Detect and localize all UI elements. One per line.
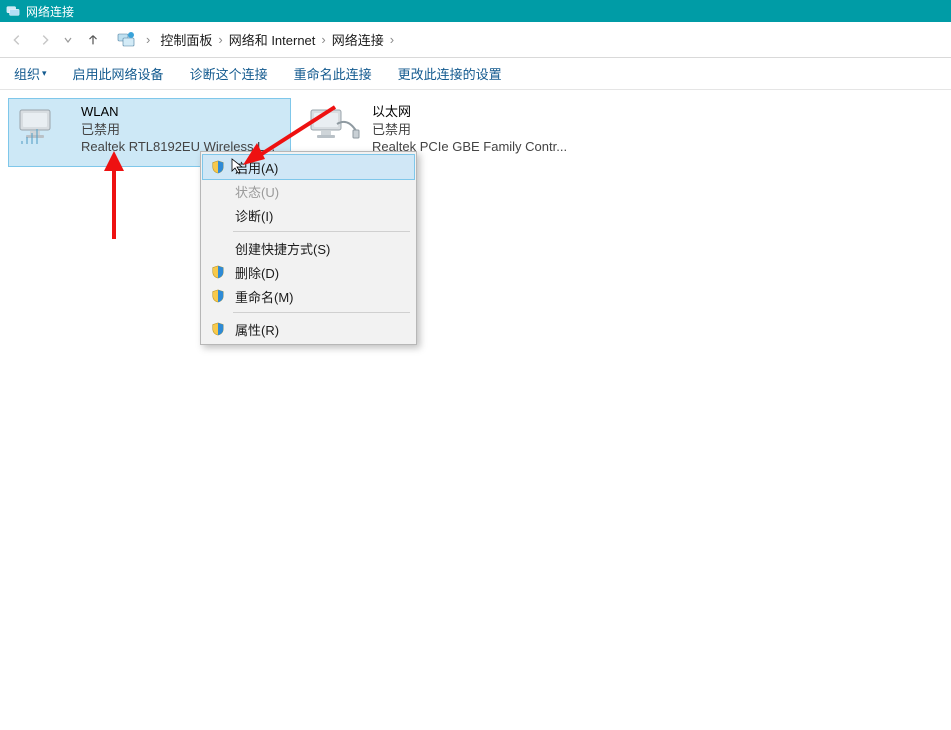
toolbar-change-settings-button[interactable]: 更改此连接的设置 (398, 64, 502, 83)
cursor-icon (230, 158, 246, 174)
ctx-item-label: 重命名(M) (235, 287, 294, 306)
ethernet-adapter-icon (306, 103, 362, 149)
ctx-diagnose[interactable]: 诊断(I) (203, 203, 414, 227)
wifi-adapter-icon (15, 103, 71, 149)
ctx-item-label: 删除(D) (235, 263, 279, 282)
adapter-status: 已禁用 (372, 121, 567, 139)
nav-forward-icon[interactable] (36, 31, 54, 49)
chevron-right-icon: › (146, 32, 150, 47)
adapter-name: 以太网 (372, 103, 567, 121)
content-area: WLAN 已禁用 Realtek RTL8192EU Wireless L...… (0, 90, 951, 175)
nav-up-icon[interactable] (84, 31, 102, 49)
ctx-item-label: 创建快捷方式(S) (235, 239, 330, 258)
spacer-icon (209, 206, 227, 224)
chevron-right-icon: › (218, 32, 222, 47)
toolbar-enable-device-button[interactable]: 启用此网络设备 (73, 64, 164, 83)
shield-icon (209, 158, 227, 176)
nav-history-dropdown-icon[interactable] (64, 32, 74, 47)
network-connections-icon (6, 4, 20, 18)
spacer-icon (209, 182, 227, 200)
window-title: 网络连接 (26, 3, 74, 20)
shield-icon (209, 263, 227, 281)
shield-icon (209, 320, 227, 338)
menu-separator (233, 231, 410, 232)
breadcrumb-item[interactable]: 网络和 Internet (229, 30, 316, 49)
ctx-properties[interactable]: 属性(R) (203, 317, 414, 341)
ctx-create-shortcut[interactable]: 创建快捷方式(S) (203, 236, 414, 260)
context-menu: 启用(A) 状态(U) 诊断(I) 创建快捷方式(S) 删除(D) 重命名(M) (200, 151, 417, 345)
shield-icon (209, 287, 227, 305)
adapter-text: 以太网 已禁用 Realtek PCIe GBE Family Contr... (372, 103, 567, 156)
adapter-name: WLAN (81, 103, 275, 121)
toolbar: 组织 ▾ 启用此网络设备 诊断这个连接 重命名此连接 更改此连接的设置 (0, 58, 951, 90)
chevron-right-icon: › (321, 32, 325, 47)
breadcrumb-item[interactable]: 网络连接 (332, 30, 384, 49)
menu-separator (233, 312, 410, 313)
adapter-text: WLAN 已禁用 Realtek RTL8192EU Wireless L... (81, 103, 275, 156)
navbar: › 控制面板 › 网络和 Internet › 网络连接 › (0, 22, 951, 58)
toolbar-rename-button[interactable]: 重命名此连接 (294, 64, 372, 83)
adapter-status: 已禁用 (81, 121, 275, 139)
ctx-item-label: 状态(U) (235, 182, 279, 201)
breadcrumb: 控制面板 › 网络和 Internet › 网络连接 › (160, 30, 394, 49)
ctx-status: 状态(U) (203, 179, 414, 203)
nav-back-icon[interactable] (8, 31, 26, 49)
toolbar-organize-label: 组织 (14, 64, 40, 83)
toolbar-diagnose-button[interactable]: 诊断这个连接 (190, 64, 268, 83)
breadcrumb-item[interactable]: 控制面板 (160, 30, 212, 49)
ctx-rename[interactable]: 重命名(M) (203, 284, 414, 308)
chevron-right-icon: › (390, 32, 394, 47)
caret-down-icon: ▾ (42, 68, 47, 79)
ctx-item-label: 诊断(I) (235, 206, 273, 225)
titlebar: 网络连接 (0, 0, 951, 22)
toolbar-organize-button[interactable]: 组织 ▾ (14, 64, 47, 83)
address-location-icon (116, 30, 136, 50)
ctx-delete[interactable]: 删除(D) (203, 260, 414, 284)
ctx-item-label: 属性(R) (235, 320, 279, 339)
spacer-icon (209, 239, 227, 257)
